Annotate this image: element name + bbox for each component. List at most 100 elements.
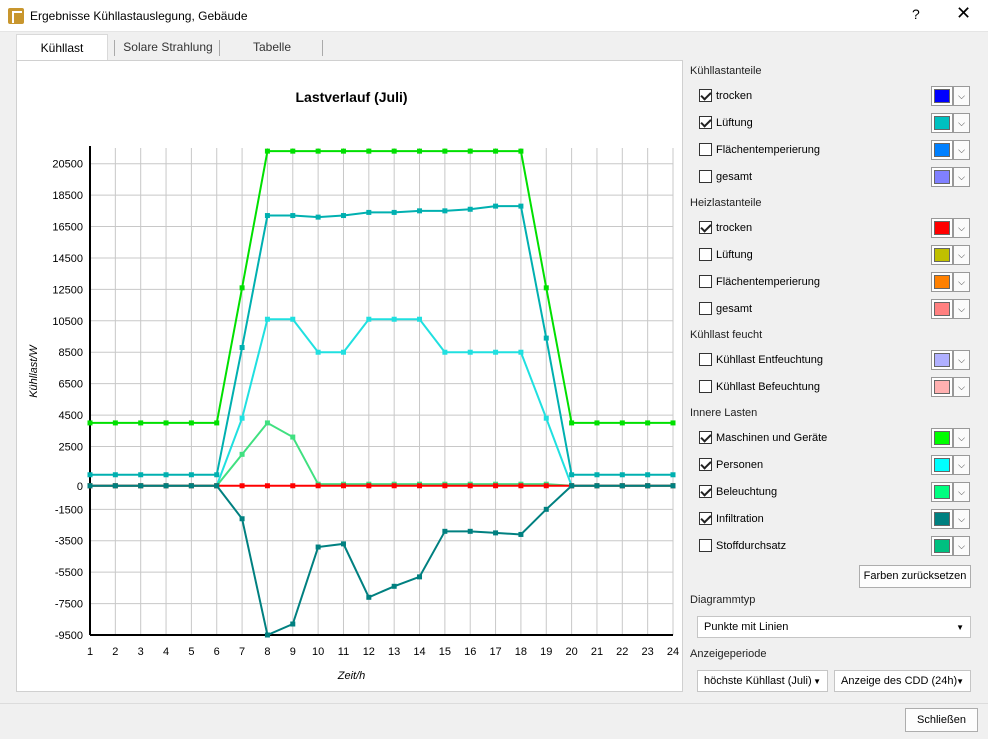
option-row: Maschinen und Geräte ⌵ [699, 428, 971, 448]
option-checkbox[interactable] [699, 353, 712, 366]
option-checkbox[interactable] [699, 221, 712, 234]
data-point [264, 632, 270, 638]
data-point [493, 483, 499, 489]
color-swatch[interactable] [931, 245, 953, 265]
chevron-down-icon[interactable]: ⌵ [953, 245, 970, 265]
chevron-down-icon[interactable]: ⌵ [953, 350, 970, 370]
option-label: Beleuchtung [716, 486, 778, 498]
chevron-down-icon[interactable]: ⌵ [953, 482, 970, 502]
chevron-down-icon[interactable]: ⌵ [953, 272, 970, 292]
data-point [138, 420, 144, 426]
data-point [467, 148, 473, 154]
option-checkbox[interactable] [699, 380, 712, 393]
tab-kuehllast[interactable]: Kühllast [16, 34, 108, 60]
option-checkbox[interactable] [699, 512, 712, 525]
chevron-down-icon[interactable]: ⌵ [953, 536, 970, 556]
option-checkbox[interactable] [699, 275, 712, 288]
chevron-down-icon[interactable]: ⌵ [953, 455, 970, 475]
chevron-down-icon[interactable]: ⌵ [953, 113, 970, 133]
footer-bar [0, 703, 988, 739]
data-point [264, 148, 270, 154]
x-tick-label: 9 [290, 646, 296, 658]
reset-colors-button[interactable]: Farben zurücksetzen [859, 565, 971, 588]
option-checkbox[interactable] [699, 143, 712, 156]
color-swatch[interactable] [931, 509, 953, 529]
color-swatch[interactable] [931, 167, 953, 187]
series-line [90, 484, 673, 637]
chevron-down-icon[interactable]: ⌵ [953, 218, 970, 238]
color-swatch[interactable] [931, 299, 953, 319]
color-swatch[interactable] [931, 536, 953, 556]
data-point [366, 148, 372, 154]
x-tick-label: 22 [616, 646, 628, 658]
data-point [138, 483, 144, 489]
color-swatch[interactable] [931, 218, 953, 238]
option-label: Flächentemperierung [716, 144, 820, 156]
data-point [87, 483, 93, 489]
option-checkbox[interactable] [699, 89, 712, 102]
color-swatch[interactable] [931, 350, 953, 370]
chevron-down-icon[interactable]: ⌵ [953, 509, 970, 529]
option-checkbox[interactable] [699, 116, 712, 129]
tab-tabelle[interactable]: Tabelle [224, 34, 320, 60]
data-point [214, 483, 220, 489]
chevron-down-icon[interactable]: ⌵ [953, 299, 970, 319]
x-tick-label: 20 [565, 646, 577, 658]
option-row: Flächentemperierung ⌵ [699, 272, 971, 292]
option-checkbox[interactable] [699, 302, 712, 315]
section-title: Innere Lasten [690, 407, 758, 419]
data-point [87, 472, 93, 478]
y-axis-label: Kühllast/W [28, 344, 40, 398]
option-label: trocken [716, 90, 753, 102]
option-checkbox[interactable] [699, 458, 712, 471]
color-swatch[interactable] [931, 455, 953, 475]
option-row: Infiltration ⌵ [699, 509, 971, 529]
close-button[interactable]: Schließen [905, 708, 978, 732]
color-swatch[interactable] [931, 272, 953, 292]
period-label: Anzeigeperiode [690, 648, 767, 660]
x-tick-label: 24 [667, 646, 679, 658]
color-fill [934, 248, 950, 262]
tab-solare-strahlung[interactable]: Solare Strahlung [118, 34, 218, 60]
chevron-down-icon[interactable]: ⌵ [953, 167, 970, 187]
data-point [315, 148, 321, 154]
diagram-type-select[interactable]: Punkte mit Linien ▼ [697, 616, 971, 638]
option-checkbox[interactable] [699, 539, 712, 552]
data-point [493, 530, 499, 536]
data-point [112, 420, 118, 426]
option-checkbox[interactable] [699, 248, 712, 261]
color-swatch[interactable] [931, 377, 953, 397]
data-point [366, 483, 372, 489]
option-checkbox[interactable] [699, 170, 712, 183]
chevron-down-icon[interactable]: ⌵ [953, 86, 970, 106]
data-point [543, 285, 549, 291]
color-swatch[interactable] [931, 482, 953, 502]
data-point [467, 349, 473, 355]
help-button[interactable]: ? [912, 6, 920, 22]
chevron-down-icon[interactable]: ⌵ [953, 140, 970, 160]
data-point [391, 483, 397, 489]
option-label: Infiltration [716, 513, 764, 525]
option-row: Stoffdurchsatz ⌵ [699, 536, 971, 556]
option-checkbox[interactable] [699, 485, 712, 498]
color-swatch[interactable] [931, 86, 953, 106]
data-point [670, 483, 676, 489]
data-point [264, 420, 270, 426]
data-point [493, 148, 499, 154]
close-icon[interactable]: ✕ [956, 3, 971, 24]
data-point [239, 345, 245, 351]
x-tick-label: 8 [264, 646, 270, 658]
color-swatch[interactable] [931, 428, 953, 448]
chevron-down-icon[interactable]: ⌵ [953, 377, 970, 397]
option-checkbox[interactable] [699, 431, 712, 444]
data-point [315, 544, 321, 550]
color-swatch[interactable] [931, 140, 953, 160]
data-point [442, 528, 448, 534]
chevron-down-icon[interactable]: ⌵ [953, 428, 970, 448]
data-point [366, 594, 372, 600]
option-label: Lüftung [716, 249, 753, 261]
color-swatch[interactable] [931, 113, 953, 133]
period-select[interactable]: höchste Kühllast (Juli) ▼ [697, 670, 828, 692]
cdd-select[interactable]: Anzeige des CDD (24h) ▼ [834, 670, 971, 692]
x-tick-label: 7 [239, 646, 245, 658]
